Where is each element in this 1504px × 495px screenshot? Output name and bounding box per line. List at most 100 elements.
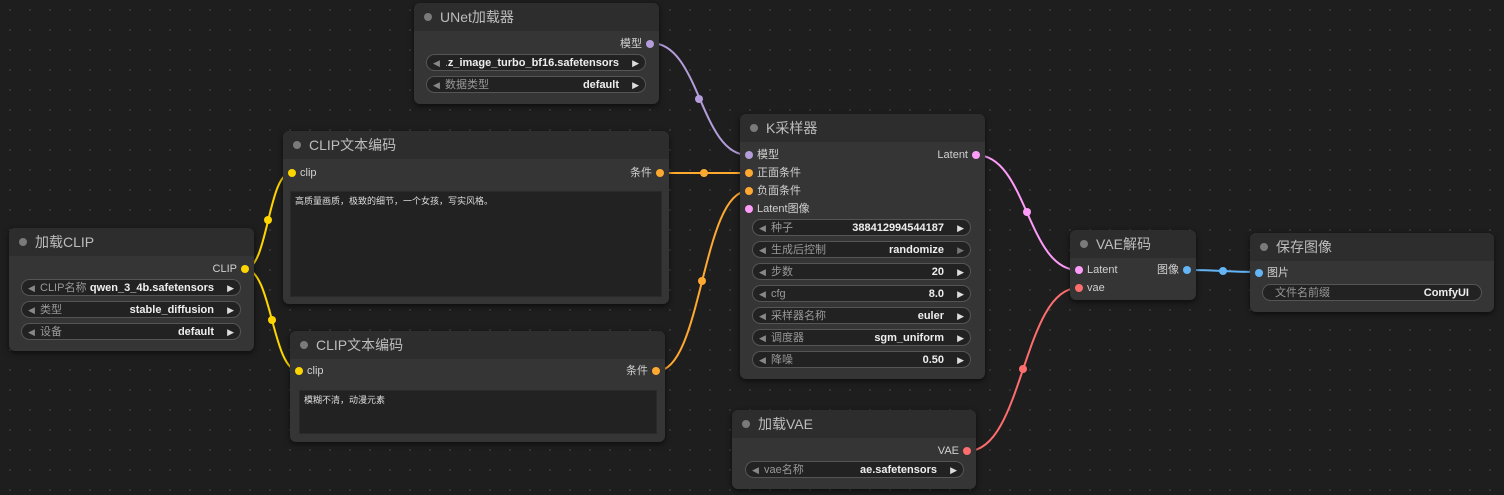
arrow-right-icon[interactable]: ▶ xyxy=(950,464,957,476)
arrow-right-icon[interactable]: ▶ xyxy=(957,332,964,344)
arrow-left-icon[interactable]: ◀ xyxy=(28,282,35,294)
arrow-right-icon[interactable]: ▶ xyxy=(957,244,964,256)
node-load-clip[interactable]: 加载CLIP CLIP ◀ CLIP名称 qwen_3_4b.safetenso… xyxy=(9,228,254,351)
input-dot-icon[interactable] xyxy=(745,151,753,159)
prompt-text-area[interactable]: 模糊不清，动漫元素 xyxy=(299,390,657,434)
collapse-dot-icon[interactable] xyxy=(1260,243,1268,251)
collapse-dot-icon[interactable] xyxy=(424,13,432,21)
collapse-dot-icon[interactable] xyxy=(750,124,758,132)
input-dot-icon[interactable] xyxy=(1075,284,1083,292)
input-dot-icon[interactable] xyxy=(288,169,296,177)
node-save-image[interactable]: 保存图像 图片 文件名前缀 ComfyUI xyxy=(1250,233,1494,312)
arrow-right-icon[interactable]: ▶ xyxy=(227,326,234,338)
wire-clip-positive-midpoint[interactable] xyxy=(264,216,272,224)
arrow-right-icon[interactable]: ▶ xyxy=(957,354,964,366)
widget-unet-name[interactable]: ◀ .. z_image_turbo_bf16.safetensors ▶ xyxy=(426,54,646,71)
widget-weight-dtype[interactable]: ◀ 数据类型 default ▶ xyxy=(426,76,646,93)
wire-latent[interactable] xyxy=(975,154,1079,271)
wire-image[interactable] xyxy=(1187,269,1259,273)
output-image[interactable]: 图像 xyxy=(1157,263,1191,277)
output-dot-icon[interactable] xyxy=(972,151,980,159)
arrow-left-icon[interactable]: ◀ xyxy=(28,326,35,338)
output-dot-icon[interactable] xyxy=(241,265,249,273)
input-clip[interactable]: clip xyxy=(288,166,317,180)
node-title[interactable]: 保存图像 xyxy=(1250,233,1494,261)
output-dot-icon[interactable] xyxy=(652,367,660,375)
node-load-vae[interactable]: 加载VAE VAE ◀ vae名称 ae.safetensors ▶ xyxy=(732,410,976,489)
node-title[interactable]: VAE解码 xyxy=(1070,230,1196,258)
arrow-right-icon[interactable]: ▶ xyxy=(632,57,639,69)
widget-clip-name[interactable]: ◀ CLIP名称 qwen_3_4b.safetensors ▶ xyxy=(21,279,241,296)
collapse-dot-icon[interactable] xyxy=(293,141,301,149)
collapse-dot-icon[interactable] xyxy=(742,420,750,428)
node-ksampler[interactable]: K采样器 模型 正面条件 负面条件 Latent图像 Latent ◀ 种子 3… xyxy=(740,114,985,379)
output-dot-icon[interactable] xyxy=(963,447,971,455)
output-model[interactable]: 模型 xyxy=(620,37,654,51)
output-vae[interactable]: VAE xyxy=(938,444,971,458)
arrow-left-icon[interactable]: ◀ xyxy=(759,310,766,322)
arrow-left-icon[interactable]: ◀ xyxy=(759,288,766,300)
arrow-left-icon[interactable]: ◀ xyxy=(759,222,766,234)
arrow-left-icon[interactable]: ◀ xyxy=(759,332,766,344)
widget-scheduler[interactable]: ◀ 调度器 sgm_uniform ▶ xyxy=(752,329,971,346)
node-title[interactable]: K采样器 xyxy=(740,114,985,142)
arrow-right-icon[interactable]: ▶ xyxy=(957,288,964,300)
input-positive[interactable]: 正面条件 xyxy=(745,166,801,180)
output-conditioning[interactable]: 条件 xyxy=(626,364,660,378)
widget-cfg[interactable]: ◀ cfg 8.0 ▶ xyxy=(752,285,971,302)
input-dot-icon[interactable] xyxy=(1075,266,1083,274)
input-dot-icon[interactable] xyxy=(745,187,753,195)
node-title[interactable]: 加载VAE xyxy=(732,410,976,438)
wire-latent-midpoint[interactable] xyxy=(1023,208,1031,216)
widget-clip-type[interactable]: ◀ 类型 stable_diffusion ▶ xyxy=(21,301,241,318)
input-negative[interactable]: 负面条件 xyxy=(745,184,801,198)
input-images[interactable]: 图片 xyxy=(1255,266,1289,280)
node-clip-text-encode-positive[interactable]: CLIP文本编码 clip 条件 高质量画质，极致的细节，一个女孩，写实风格。 xyxy=(283,131,669,304)
output-dot-icon[interactable] xyxy=(656,169,664,177)
wire-clip-negative-midpoint[interactable] xyxy=(268,316,276,324)
node-title[interactable]: UNet加载器 xyxy=(414,3,659,31)
node-title[interactable]: CLIP文本编码 xyxy=(290,331,665,359)
arrow-right-icon[interactable]: ▶ xyxy=(632,79,639,91)
wire-conditioning-negative[interactable] xyxy=(656,190,749,372)
arrow-right-icon[interactable]: ▶ xyxy=(957,266,964,278)
widget-sampler-name[interactable]: ◀ 采样器名称 euler ▶ xyxy=(752,307,971,324)
collapse-dot-icon[interactable] xyxy=(1080,240,1088,248)
arrow-right-icon[interactable]: ▶ xyxy=(227,282,234,294)
widget-vae-name[interactable]: ◀ vae名称 ae.safetensors ▶ xyxy=(745,461,964,478)
widget-control-after-generate[interactable]: ◀ 生成后控制 randomize ▶ xyxy=(752,241,971,258)
arrow-right-icon[interactable]: ▶ xyxy=(227,304,234,316)
input-latent-image[interactable]: Latent图像 xyxy=(745,202,810,216)
output-clip[interactable]: CLIP xyxy=(213,262,249,276)
input-clip[interactable]: clip xyxy=(295,364,324,378)
arrow-left-icon[interactable]: ◀ xyxy=(752,464,759,476)
input-samples[interactable]: Latent xyxy=(1075,263,1118,277)
wire-model-midpoint[interactable] xyxy=(695,95,703,103)
input-vae[interactable]: vae xyxy=(1075,281,1105,295)
wire-conditioning-positive-midpoint[interactable] xyxy=(700,169,708,177)
input-dot-icon[interactable] xyxy=(1255,269,1263,277)
input-dot-icon[interactable] xyxy=(295,367,303,375)
input-model[interactable]: 模型 xyxy=(745,148,779,162)
prompt-text-area[interactable]: 高质量画质，极致的细节，一个女孩，写实风格。 xyxy=(290,191,662,297)
arrow-left-icon[interactable]: ◀ xyxy=(433,57,440,69)
arrow-left-icon[interactable]: ◀ xyxy=(433,79,440,91)
arrow-left-icon[interactable]: ◀ xyxy=(28,304,35,316)
arrow-right-icon[interactable]: ▶ xyxy=(957,310,964,322)
wire-vae-midpoint[interactable] xyxy=(1019,365,1027,373)
arrow-left-icon[interactable]: ◀ xyxy=(759,244,766,256)
node-vae-decode[interactable]: VAE解码 Latent vae 图像 xyxy=(1070,230,1196,300)
arrow-right-icon[interactable]: ▶ xyxy=(957,222,964,234)
collapse-dot-icon[interactable] xyxy=(300,341,308,349)
wire-image-midpoint[interactable] xyxy=(1219,267,1227,275)
arrow-left-icon[interactable]: ◀ xyxy=(759,354,766,366)
widget-filename-prefix[interactable]: 文件名前缀 ComfyUI xyxy=(1262,284,1482,301)
widget-device[interactable]: ◀ 设备 default ▶ xyxy=(21,323,241,340)
output-dot-icon[interactable] xyxy=(646,40,654,48)
input-dot-icon[interactable] xyxy=(745,205,753,213)
node-title[interactable]: CLIP文本编码 xyxy=(283,131,669,159)
output-dot-icon[interactable] xyxy=(1183,266,1191,274)
node-clip-text-encode-negative[interactable]: CLIP文本编码 clip 条件 模糊不清，动漫元素 xyxy=(290,331,665,442)
widget-steps[interactable]: ◀ 步数 20 ▶ xyxy=(752,263,971,280)
output-conditioning[interactable]: 条件 xyxy=(630,166,664,180)
